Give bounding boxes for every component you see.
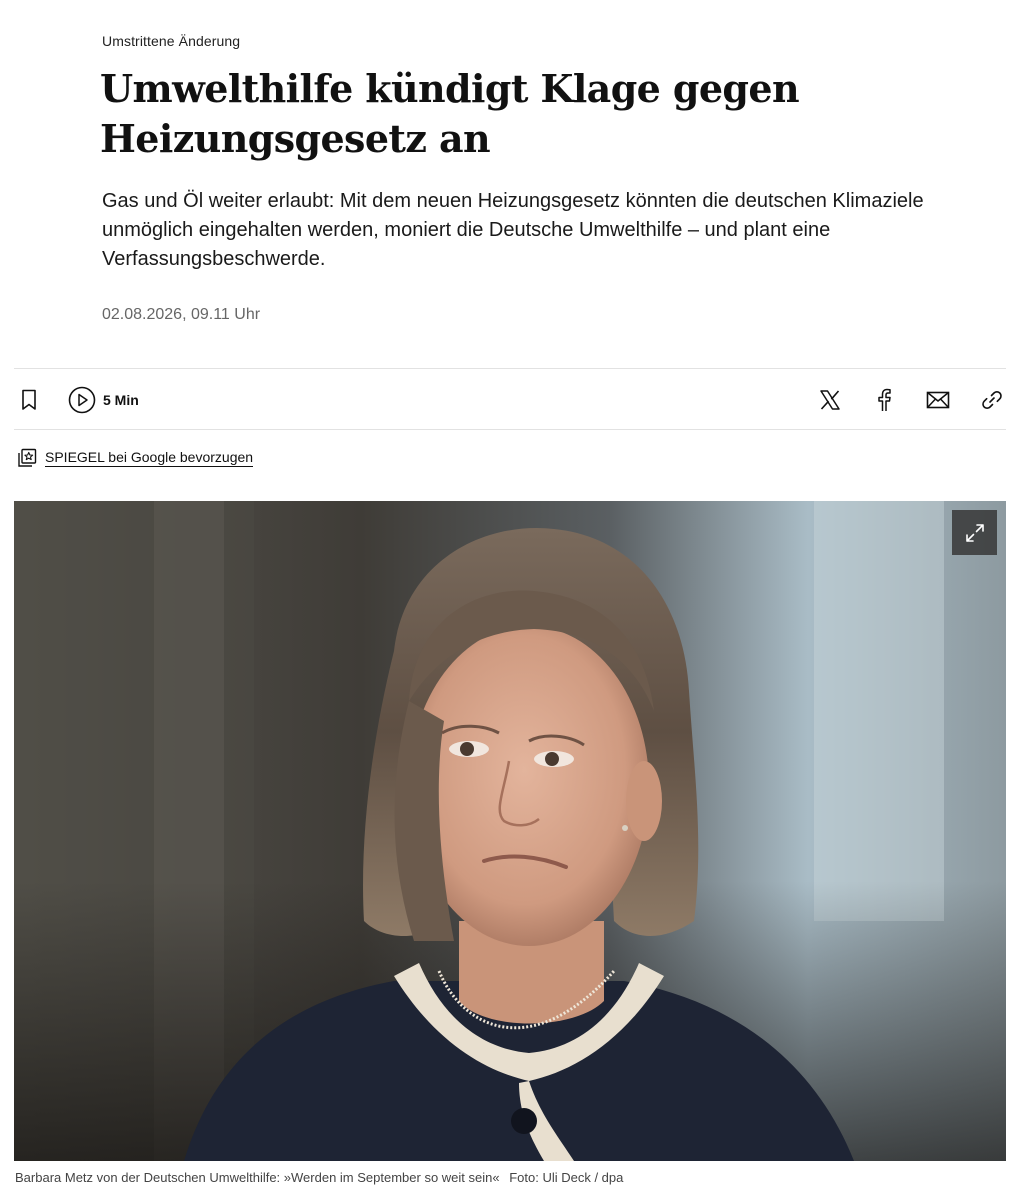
article-photo	[14, 501, 1006, 1161]
bookmark-button[interactable]	[14, 369, 44, 431]
link-icon	[982, 391, 1002, 409]
expand-button[interactable]	[952, 510, 997, 555]
headline: Umwelthilfe kündigt Klage gegen Heizungs…	[100, 64, 920, 164]
x-logo-icon	[820, 390, 840, 410]
listen-button[interactable]: 5 Min	[68, 369, 139, 431]
mail-icon	[926, 391, 950, 409]
portrait-image	[14, 501, 1006, 1161]
facebook-icon	[878, 388, 891, 411]
photo-caption: Barbara Metz von der Deutschen Umwelthil…	[15, 1170, 623, 1185]
article-toolbar: 5 Min	[14, 368, 1006, 430]
kicker: Umstrittene Änderung	[102, 33, 241, 49]
share-facebook-button[interactable]	[868, 369, 900, 431]
star-stack-icon	[18, 448, 37, 467]
google-preference-label: SPIEGEL bei Google bevorzugen	[45, 449, 254, 467]
publish-date: 02.08.2026, 09.11 Uhr	[102, 306, 261, 323]
headline-line-2: Heizungsgesetz an	[100, 116, 491, 161]
listen-duration: 5 Min	[103, 392, 139, 408]
expand-icon	[965, 523, 984, 542]
bookmark-icon	[22, 389, 36, 410]
caption-text: Barbara Metz von der Deutschen Umwelthil…	[15, 1170, 500, 1185]
google-preference-link[interactable]: SPIEGEL bei Google bevorzugen	[17, 448, 254, 468]
lead-text: Gas und Öl weiter erlaubt: Mit dem neuen…	[102, 190, 924, 270]
share-x-button[interactable]	[814, 369, 846, 431]
copy-link-button[interactable]	[976, 369, 1008, 431]
headline-line-1: Umwelthilfe kündigt Klage gegen	[100, 66, 800, 111]
photo-credit: Foto: Uli Deck / dpa	[509, 1170, 624, 1185]
play-icon	[68, 386, 96, 414]
share-mail-button[interactable]	[922, 369, 954, 431]
